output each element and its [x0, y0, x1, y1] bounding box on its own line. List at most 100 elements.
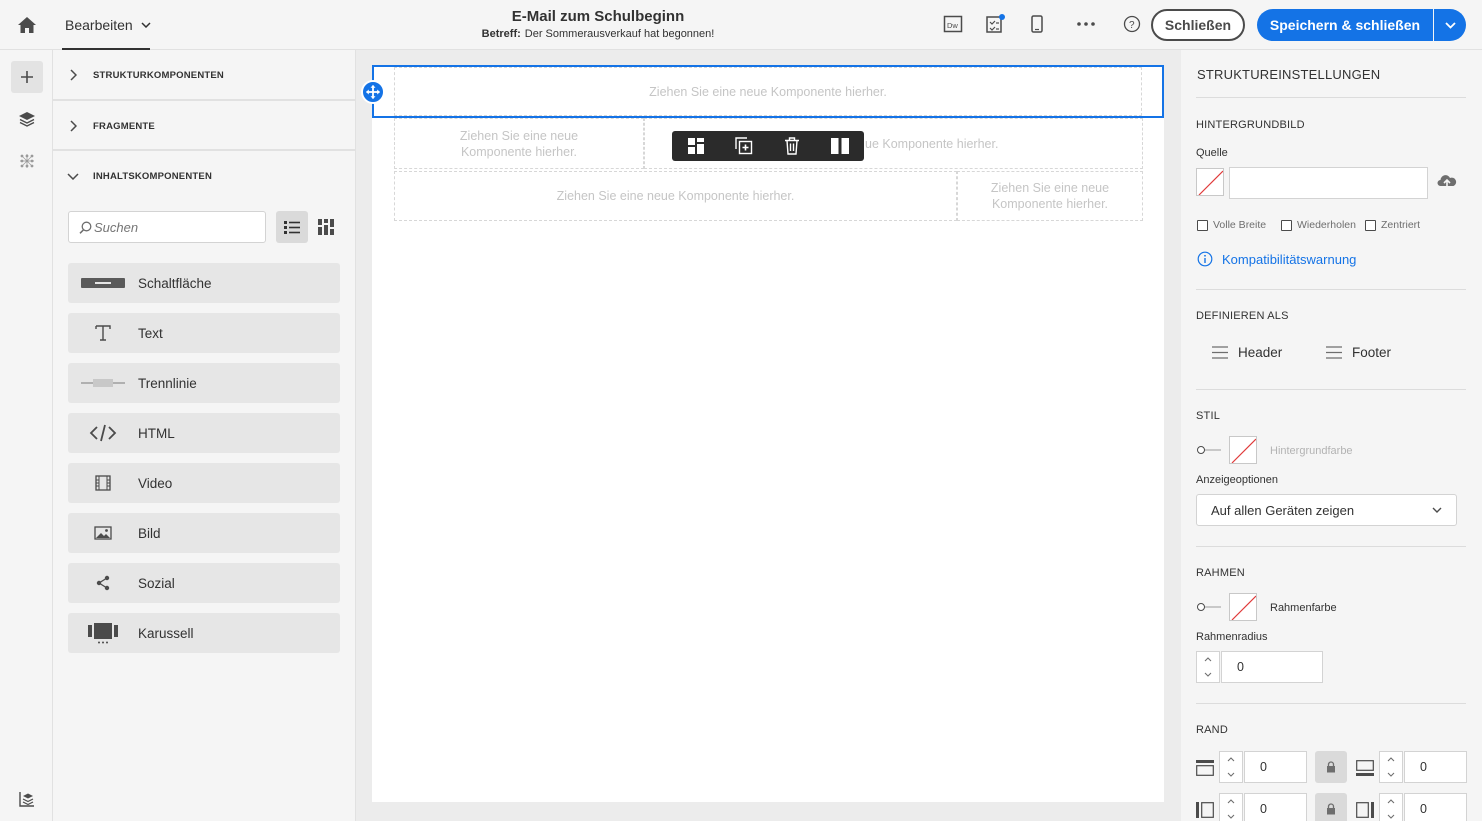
- bg-image-heading: HINTERGRUNDBILD: [1196, 119, 1305, 131]
- component-button[interactable]: Schaltfläche: [68, 263, 340, 303]
- grid-view-button[interactable]: [310, 211, 342, 243]
- footer-icon: [1326, 346, 1342, 359]
- drop-zone[interactable]: Ziehen Sie eine neue Komponente hierher.: [394, 118, 644, 169]
- border-color-toggle[interactable]: [1197, 603, 1221, 611]
- border-color-swatch[interactable]: [1229, 593, 1257, 621]
- define-footer-button[interactable]: Footer: [1326, 345, 1391, 360]
- margin-bottom-stepper[interactable]: [1379, 751, 1403, 783]
- component-label: Karussell: [138, 625, 194, 641]
- lock-icon: [1327, 803, 1335, 815]
- chevron-down-icon: [1387, 772, 1395, 777]
- section-fragments[interactable]: FRAGMENTE: [53, 101, 356, 151]
- list-view-icon: [284, 220, 300, 234]
- border-radius-stepper[interactable]: [1196, 651, 1220, 683]
- component-search[interactable]: [68, 211, 266, 243]
- chevron-up-icon: [1227, 799, 1235, 804]
- structure-toolbar: [672, 131, 864, 161]
- no-color-icon: [1198, 170, 1223, 195]
- help-button[interactable]: ?: [1121, 13, 1143, 35]
- margin-right-icon: [1356, 802, 1374, 818]
- cloud-upload-icon: [1437, 175, 1457, 188]
- component-label: Video: [138, 475, 173, 491]
- more-button[interactable]: [1075, 13, 1097, 35]
- dreamweaver-button[interactable]: Dw: [942, 13, 964, 35]
- compatibility-warning-link[interactable]: Kompatibilitätswarnung: [1197, 251, 1356, 267]
- margin-right-input[interactable]: 0: [1404, 793, 1467, 821]
- home-button[interactable]: [14, 12, 40, 38]
- delete-button[interactable]: [768, 137, 816, 155]
- save-options-dropdown[interactable]: [1434, 9, 1466, 41]
- move-handle[interactable]: [361, 80, 385, 104]
- chevron-up-icon: [1227, 757, 1235, 762]
- component-video[interactable]: Video: [68, 463, 340, 503]
- chevron-down-icon: [1444, 21, 1456, 29]
- component-html[interactable]: HTML: [68, 413, 340, 453]
- margin-right-stepper[interactable]: [1379, 793, 1403, 821]
- full-width-checkbox[interactable]: Volle Breite: [1197, 219, 1266, 231]
- navigation-tree-button[interactable]: [11, 783, 43, 815]
- component-label: HTML: [138, 425, 175, 441]
- drop-zone[interactable]: Ziehen Sie eine neue Komponente hierher.: [957, 171, 1143, 221]
- duplicate-icon: [735, 137, 753, 155]
- margin-lock-button[interactable]: [1315, 751, 1347, 783]
- checklist-button[interactable]: [984, 13, 1006, 35]
- upload-button[interactable]: [1437, 173, 1457, 193]
- margin-right-icon: [1355, 800, 1375, 820]
- margin-left-stepper[interactable]: [1219, 793, 1243, 821]
- border-color-label: Rahmenfarbe: [1270, 602, 1337, 614]
- section-structure-components[interactable]: STRUKTURKOMPONENTEN: [53, 50, 356, 100]
- margin-top-stepper[interactable]: [1219, 751, 1243, 783]
- structure-settings-panel: STRUKTUREINSTELLUNGEN HINTERGRUNDBILD Qu…: [1181, 50, 1482, 821]
- bg-color-toggle[interactable]: [1197, 446, 1221, 454]
- list-view-button[interactable]: [276, 211, 308, 243]
- duplicate-button[interactable]: [720, 137, 768, 155]
- margin-bottom-icon: [1356, 760, 1374, 776]
- repeat-checkbox[interactable]: Wiederholen: [1281, 219, 1356, 231]
- footer-label: Footer: [1352, 345, 1392, 360]
- columns-icon: [831, 138, 849, 154]
- component-social[interactable]: Sozial: [68, 563, 340, 603]
- chevron-up-icon: [1387, 757, 1395, 762]
- source-preview: [1196, 168, 1224, 196]
- component-divider[interactable]: Trennlinie: [68, 363, 340, 403]
- plus-icon: [21, 71, 33, 83]
- centered-checkbox[interactable]: Zentriert: [1365, 219, 1420, 231]
- mobile-preview-button[interactable]: [1026, 13, 1048, 35]
- chevron-down-icon: [141, 22, 151, 28]
- source-input[interactable]: [1229, 167, 1428, 199]
- code-icon: [89, 424, 117, 442]
- divider-icon: [81, 379, 125, 387]
- margin-lock-button[interactable]: [1315, 793, 1347, 821]
- columns-button[interactable]: [816, 138, 864, 154]
- add-components-button[interactable]: [11, 61, 43, 93]
- margin-top-icon: [1195, 758, 1215, 778]
- settings-title: STRUKTUREINSTELLUNGEN: [1197, 67, 1381, 82]
- border-radius-input[interactable]: 0: [1221, 651, 1323, 683]
- assets-button[interactable]: [11, 145, 43, 177]
- display-options-select[interactable]: Auf allen Geräten zeigen: [1196, 494, 1457, 526]
- margin-left-input[interactable]: 0: [1244, 793, 1307, 821]
- close-button[interactable]: Schließen: [1151, 9, 1245, 41]
- carousel-icon: [88, 623, 118, 644]
- drop-zone[interactable]: Ziehen Sie eine neue Komponente hierher.: [394, 171, 957, 221]
- selected-structure-frame[interactable]: [361, 65, 1164, 118]
- component-carousel[interactable]: Karussell: [68, 613, 340, 653]
- layers-button[interactable]: [11, 103, 43, 135]
- save-and-close-button[interactable]: Speichern & schließen: [1257, 9, 1433, 41]
- component-image[interactable]: Bild: [68, 513, 340, 553]
- bg-color-swatch[interactable]: [1229, 436, 1257, 464]
- margin-bottom-input[interactable]: 0: [1404, 751, 1467, 783]
- section-content-components[interactable]: INHALTSKOMPONENTEN: [53, 151, 356, 201]
- subject-label: Betreff:: [481, 28, 521, 40]
- margin-bottom-icon: [1355, 758, 1375, 778]
- divider: [1196, 389, 1466, 390]
- search-input[interactable]: [94, 219, 264, 235]
- define-header-button[interactable]: Header: [1212, 345, 1282, 360]
- layers-icon: [19, 112, 35, 127]
- margin-top-input[interactable]: 0: [1244, 751, 1307, 783]
- text-icon: [95, 325, 111, 341]
- select-parent-button[interactable]: [672, 138, 720, 154]
- compatibility-warning-label: Kompatibilitätswarnung: [1222, 251, 1357, 267]
- edit-mode-menu[interactable]: Bearbeiten: [65, 0, 151, 50]
- component-text[interactable]: Text: [68, 313, 340, 353]
